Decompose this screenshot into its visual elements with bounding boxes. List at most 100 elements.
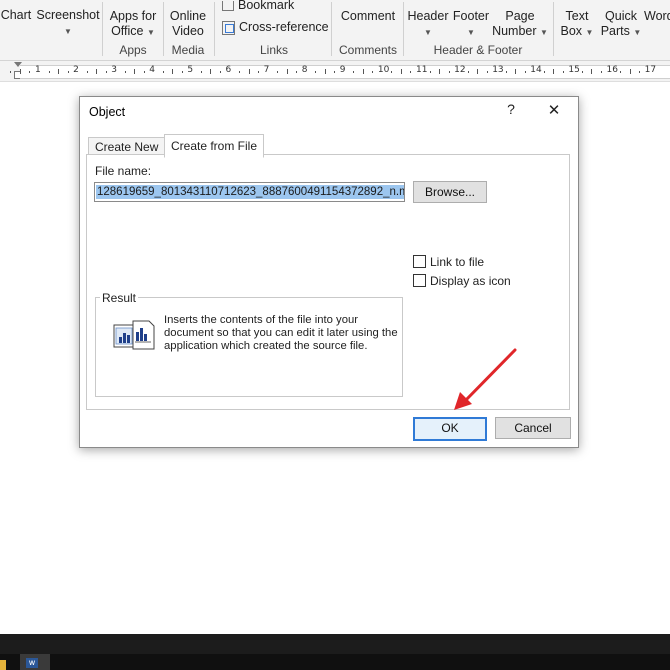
tab-create-from-file-label: Create from File: [171, 139, 258, 153]
text-box-label-1: Text: [565, 9, 589, 23]
ruler-tick: [210, 69, 212, 74]
ruler-dot: [86, 71, 88, 73]
taskbar: w: [0, 634, 670, 670]
chevron-down-icon: ▼: [146, 28, 155, 37]
dialog-title: Object: [89, 105, 126, 119]
display-as-icon-checkbox[interactable]: [413, 274, 426, 287]
tab-create-from-file[interactable]: Create from File: [164, 134, 265, 158]
apps-for-office-button[interactable]: Apps for Office ▼: [106, 9, 160, 40]
ruler-dot: [543, 71, 545, 73]
link-to-file-checkbox[interactable]: [413, 255, 426, 268]
ruler-dot: [448, 71, 450, 73]
ruler-tick: [515, 69, 517, 74]
file-name-value: 128619659_801343110712623_88876004911543…: [96, 185, 404, 199]
ruler-number: 17: [644, 65, 657, 75]
apps-for-office-label-1: Apps for: [109, 9, 157, 23]
wordart-button[interactable]: Word: [644, 9, 670, 24]
ruler-tick: [439, 69, 441, 74]
ruler-number: 5: [187, 65, 194, 75]
cancel-button[interactable]: Cancel: [495, 417, 571, 439]
ok-label: OK: [441, 421, 459, 435]
ruler-tick: [400, 69, 402, 74]
chevron-down-icon: ▼: [540, 28, 548, 37]
page-number-button[interactable]: Page Number ▼: [492, 9, 548, 40]
ruler-dot: [48, 71, 50, 73]
quick-parts-label-2: Parts: [600, 24, 630, 38]
ruler-tick: [362, 69, 364, 74]
ruler-dot: [600, 71, 602, 73]
header-label: Header: [407, 9, 449, 23]
ribbon-separator: [553, 2, 554, 56]
apps-for-office-label-2: Office: [111, 24, 144, 38]
online-video-label-2: Video: [172, 24, 204, 38]
browse-button[interactable]: Browse...: [413, 181, 487, 203]
quick-parts-label-1: Quick: [605, 9, 637, 23]
ruler-dot: [296, 71, 298, 73]
link-to-file-label[interactable]: Link to file: [430, 255, 484, 269]
close-icon[interactable]: ✕: [545, 101, 563, 119]
ruler-number: 8: [301, 65, 308, 75]
ruler-dot: [143, 71, 145, 73]
screenshot-button[interactable]: Screenshot ▼: [36, 8, 100, 39]
ruler-number: 11: [416, 65, 428, 75]
display-as-icon-label[interactable]: Display as icon: [430, 274, 511, 288]
ruler-tick: [553, 69, 555, 74]
text-box-button[interactable]: Text Box ▼: [558, 9, 596, 40]
horizontal-ruler[interactable]: 1 2 3 4 5 6 7 8 9 10 11 12 13 14 15 16 17: [0, 61, 670, 82]
comment-button[interactable]: Comment: [336, 9, 400, 24]
file-name-label: File name:: [95, 164, 152, 178]
footer-label: Footer: [452, 9, 490, 23]
ribbon: Chart Screenshot ▼ Apps for Office ▼ Apps …: [0, 0, 670, 61]
ruler-dot: [334, 71, 336, 73]
word-app-icon[interactable]: w: [20, 654, 50, 670]
ruler-tick: [477, 69, 479, 74]
online-video-button[interactable]: Online Video: [166, 9, 210, 39]
ruler-dot: [410, 71, 412, 73]
online-video-label-1: Online: [169, 9, 207, 23]
ruler-dot: [562, 71, 564, 73]
ribbon-separator: [214, 2, 215, 56]
folder-icon[interactable]: [0, 660, 6, 670]
ruler-dot: [200, 71, 202, 73]
ribbon-separator: [102, 2, 103, 56]
chart-button[interactable]: Chart: [0, 8, 32, 23]
file-name-input[interactable]: 128619659_801343110712623_88876004911543…: [94, 182, 405, 202]
apps-group-label: Apps: [119, 43, 147, 57]
ruler-tick: [96, 69, 98, 74]
tab-create-new-label: Create New: [95, 140, 159, 154]
quick-parts-button[interactable]: Quick Parts ▼: [600, 9, 642, 40]
cancel-label: Cancel: [514, 421, 552, 435]
ruler-number: 13: [492, 65, 504, 75]
ruler-tick: [591, 69, 593, 74]
ruler-tick: [19, 69, 21, 74]
chevron-down-icon: ▼: [633, 28, 642, 37]
ruler-number: 15: [568, 65, 580, 75]
ruler-dot: [162, 71, 164, 73]
ruler-dot: [353, 71, 355, 73]
ribbon-separator: [163, 2, 164, 56]
ruler-dot: [219, 71, 221, 73]
annotation-arrow-icon: [454, 348, 517, 410]
page-number-label-1: Page: [505, 9, 535, 23]
bookmark-label: Bookmark: [238, 0, 295, 12]
screenshot-label: Screenshot: [36, 8, 100, 22]
ruler-dot: [581, 71, 583, 73]
taskbar-strip: [0, 654, 670, 670]
ruler-dot: [181, 71, 183, 73]
ruler-dot: [391, 71, 393, 73]
header-button[interactable]: Header ▼: [406, 9, 450, 40]
cross-reference-button[interactable]: Cross-reference: [222, 20, 329, 35]
cross-reference-icon: [222, 20, 235, 35]
footer-button[interactable]: Footer ▼: [450, 9, 492, 40]
ribbon-separator: [331, 2, 332, 56]
bookmark-button[interactable]: Bookmark: [222, 0, 294, 13]
ok-button[interactable]: OK: [413, 417, 487, 441]
ruler-tick: [172, 69, 174, 74]
ruler-number: 14: [530, 65, 542, 75]
ruler-dot: [105, 71, 107, 73]
ruler-number: 12: [454, 65, 466, 75]
ruler-dot: [372, 71, 374, 73]
ruler-dot: [277, 71, 279, 73]
ruler-dot: [505, 71, 507, 73]
help-icon[interactable]: ?: [503, 101, 519, 117]
